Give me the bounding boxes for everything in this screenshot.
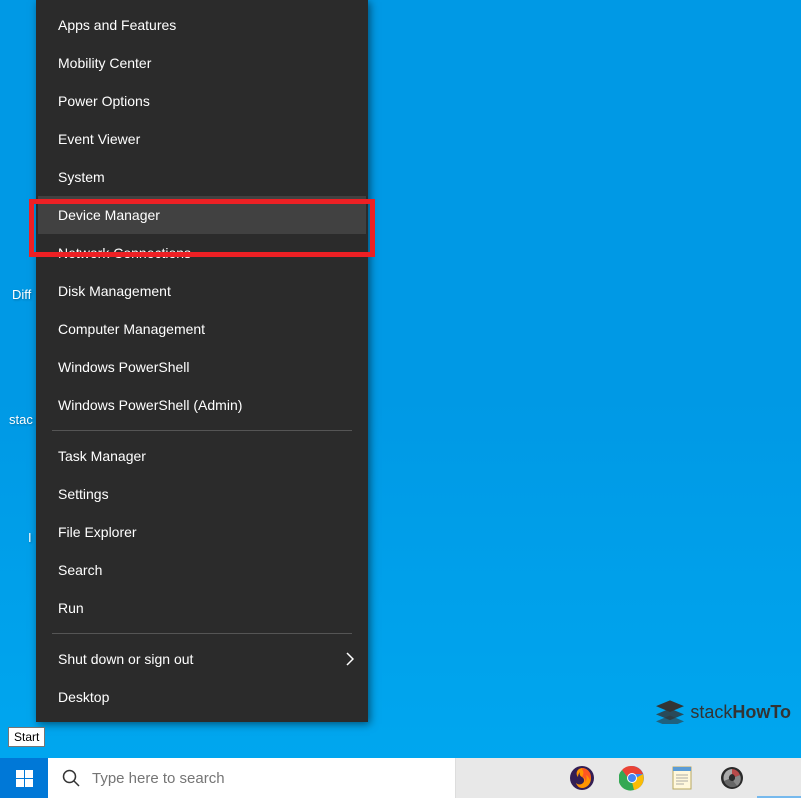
desktop-label: stac bbox=[9, 412, 33, 427]
windows-icon bbox=[16, 770, 33, 787]
taskbar-app-chrome[interactable] bbox=[607, 758, 657, 798]
winx-context-menu[interactable]: Apps and Features Mobility Center Power … bbox=[36, 0, 368, 722]
watermark-text-bold: HowTo bbox=[732, 702, 791, 723]
taskbar-app-firefox[interactable] bbox=[557, 758, 607, 798]
menu-item-label: Run bbox=[58, 600, 84, 616]
menu-item-device-manager[interactable]: Device Manager bbox=[38, 196, 366, 234]
menu-item-desktop[interactable]: Desktop bbox=[38, 678, 366, 716]
app-icon bbox=[719, 765, 745, 791]
menu-item-label: Search bbox=[58, 562, 102, 578]
start-button[interactable] bbox=[0, 758, 48, 798]
menu-item-disk-management[interactable]: Disk Management bbox=[38, 272, 366, 310]
menu-item-network-connections[interactable]: Network Connections bbox=[38, 234, 366, 272]
menu-item-mobility-center[interactable]: Mobility Center bbox=[38, 44, 366, 82]
menu-item-label: Apps and Features bbox=[58, 17, 176, 33]
search-icon bbox=[62, 769, 80, 787]
menu-item-apps-features[interactable]: Apps and Features bbox=[38, 6, 366, 44]
menu-item-search[interactable]: Search bbox=[38, 551, 366, 589]
menu-item-label: File Explorer bbox=[58, 524, 137, 540]
menu-separator bbox=[52, 430, 352, 431]
menu-item-settings[interactable]: Settings bbox=[38, 475, 366, 513]
menu-item-power-options[interactable]: Power Options bbox=[38, 82, 366, 120]
menu-item-powershell[interactable]: Windows PowerShell bbox=[38, 348, 366, 386]
taskbar-search[interactable] bbox=[48, 758, 456, 798]
menu-item-label: Windows PowerShell (Admin) bbox=[58, 397, 242, 413]
menu-item-file-explorer[interactable]: File Explorer bbox=[38, 513, 366, 551]
menu-item-label: Mobility Center bbox=[58, 55, 151, 71]
menu-item-computer-management[interactable]: Computer Management bbox=[38, 310, 366, 348]
menu-item-label: Computer Management bbox=[58, 321, 205, 337]
menu-separator bbox=[52, 633, 352, 634]
menu-item-task-manager[interactable]: Task Manager bbox=[38, 437, 366, 475]
watermark-text: stack bbox=[690, 702, 732, 723]
menu-item-label: Desktop bbox=[58, 689, 109, 705]
chrome-icon bbox=[619, 765, 645, 791]
taskbar-app-notepad[interactable] bbox=[657, 758, 707, 798]
watermark: stackHowTo bbox=[656, 700, 791, 724]
taskbar-pinned-apps bbox=[557, 758, 801, 798]
chevron-right-icon bbox=[346, 652, 354, 666]
firefox-icon bbox=[569, 765, 595, 791]
menu-item-label: Shut down or sign out bbox=[58, 651, 193, 667]
menu-item-system[interactable]: System bbox=[38, 158, 366, 196]
menu-item-run[interactable]: Run bbox=[38, 589, 366, 627]
notepad-icon bbox=[669, 765, 695, 791]
menu-item-label: Power Options bbox=[58, 93, 150, 109]
menu-item-label: Disk Management bbox=[58, 283, 171, 299]
menu-item-label: Network Connections bbox=[58, 245, 191, 261]
menu-item-shutdown-signout[interactable]: Shut down or sign out bbox=[38, 640, 366, 678]
menu-item-label: Windows PowerShell bbox=[58, 359, 190, 375]
taskbar bbox=[0, 758, 801, 798]
taskbar-app-slot[interactable] bbox=[757, 758, 801, 798]
menu-item-label: Event Viewer bbox=[58, 131, 140, 147]
menu-item-label: Device Manager bbox=[58, 207, 160, 223]
desktop-label: I bbox=[28, 530, 32, 545]
taskbar-app-generic[interactable] bbox=[707, 758, 757, 798]
menu-item-label: Settings bbox=[58, 486, 109, 502]
menu-item-powershell-admin[interactable]: Windows PowerShell (Admin) bbox=[38, 386, 366, 424]
stack-icon bbox=[656, 700, 684, 724]
start-tooltip: Start bbox=[8, 727, 45, 747]
menu-item-label: System bbox=[58, 169, 105, 185]
menu-item-event-viewer[interactable]: Event Viewer bbox=[38, 120, 366, 158]
menu-item-label: Task Manager bbox=[58, 448, 146, 464]
desktop-label: Diff bbox=[12, 287, 31, 302]
search-input[interactable] bbox=[92, 770, 455, 787]
